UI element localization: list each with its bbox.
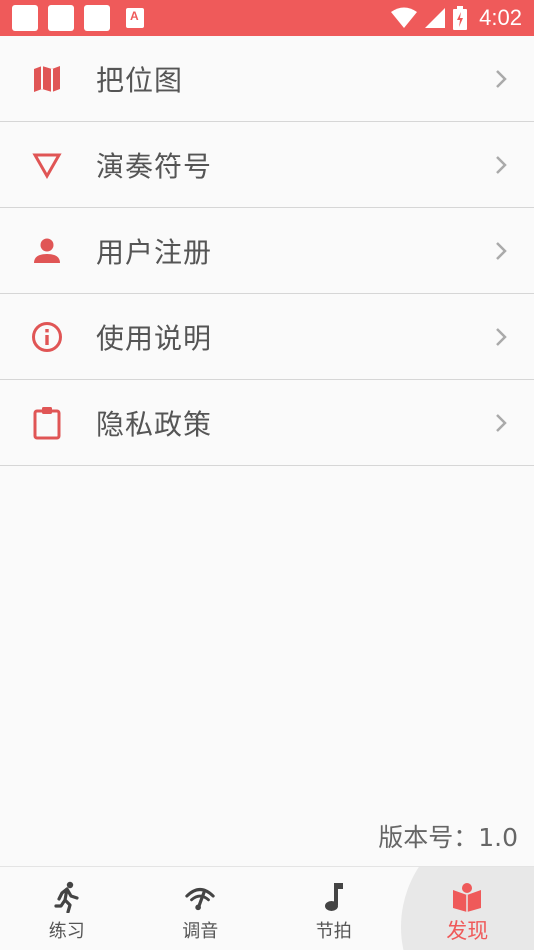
- notification-icon: [48, 5, 74, 31]
- clipboard-icon: [30, 406, 64, 440]
- tab-tuner[interactable]: 调音: [134, 867, 268, 950]
- menu-item-instructions[interactable]: 使用说明: [0, 294, 534, 380]
- menu-item-label: 使用说明: [96, 321, 213, 355]
- menu-item-label: 用户注册: [96, 235, 213, 269]
- info-icon: [30, 320, 64, 354]
- tab-label: 发现: [446, 919, 489, 943]
- tab-label: 节拍: [315, 921, 352, 942]
- map-icon: [30, 62, 64, 96]
- music-note-icon: [318, 881, 350, 913]
- menu-item-fingerboard[interactable]: 把位图: [0, 36, 534, 122]
- signal-icon: [425, 8, 446, 28]
- menu-list: 把位图 演奏符号 用户注册 使用说明 隐私政策: [0, 36, 534, 466]
- chevron-right-icon: [496, 327, 507, 346]
- chevron-right-icon: [496, 69, 507, 88]
- menu-item-symbols[interactable]: 演奏符号: [0, 122, 534, 208]
- notification-icon: [12, 5, 38, 31]
- menu-item-register[interactable]: 用户注册: [0, 208, 534, 294]
- tuner-icon: [184, 881, 216, 913]
- app-notification-icon: [126, 8, 144, 28]
- chevron-right-icon: [496, 241, 507, 260]
- menu-item-label: 演奏符号: [96, 149, 213, 183]
- battery-icon: [453, 6, 468, 30]
- running-icon: [51, 881, 83, 913]
- tab-label: 练习: [48, 921, 85, 942]
- book-icon: [451, 881, 483, 913]
- status-bar: 4:02: [0, 0, 534, 36]
- person-icon: [30, 234, 64, 268]
- notification-icon: [84, 5, 110, 31]
- version-label: 版本号：1.0: [378, 823, 518, 852]
- triangle-down-icon: [30, 148, 64, 182]
- wifi-icon: [391, 7, 418, 28]
- tab-practice[interactable]: 练习: [0, 867, 134, 950]
- chevron-right-icon: [496, 413, 507, 432]
- status-time: 4:02: [479, 5, 522, 30]
- tab-metronome[interactable]: 节拍: [267, 867, 401, 950]
- menu-item-label: 把位图: [96, 63, 184, 97]
- chevron-right-icon: [496, 155, 507, 174]
- bottom-nav: 练习 调音 节拍 发现: [0, 866, 534, 950]
- menu-item-label: 隐私政策: [96, 407, 213, 441]
- tab-label: 调音: [182, 921, 219, 942]
- tab-discover[interactable]: 发现: [400, 867, 534, 950]
- menu-item-privacy[interactable]: 隐私政策: [0, 380, 534, 466]
